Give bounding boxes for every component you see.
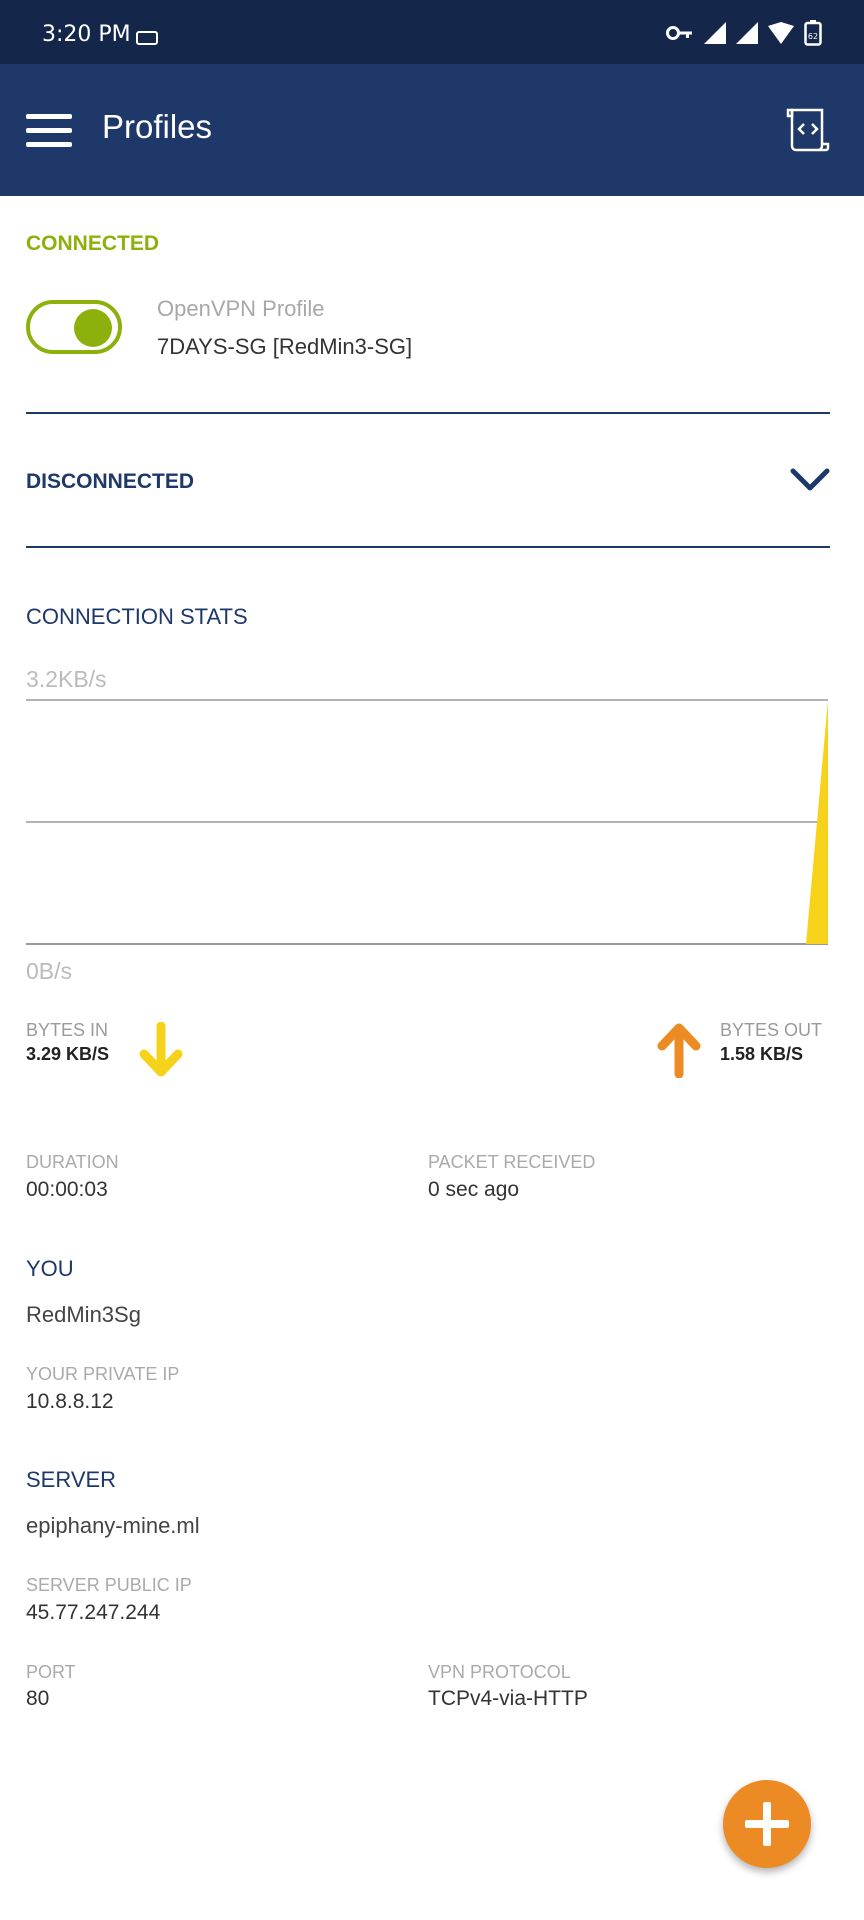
packet-received-value: 0 sec ago: [428, 1178, 520, 1201]
toggle-knob: [74, 309, 112, 347]
packet-received-label: PACKET RECEIVED: [428, 1152, 596, 1172]
bytes-in-value: 3.29 KB/S: [26, 1044, 110, 1064]
divider: [26, 546, 830, 548]
status-time: 3:20 PM: [42, 22, 131, 47]
you-title: YOU: [26, 1256, 74, 1281]
vpn-protocol-value: TCPv4-via-HTTP: [428, 1687, 588, 1710]
server-value: epiphany-mine.ml: [26, 1513, 200, 1538]
chart-max-label: 3.2KB/s: [26, 666, 107, 692]
profile-type: OpenVPN Profile: [157, 296, 325, 321]
key-icon: [666, 26, 692, 40]
server-public-ip-value: 45.77.247.244: [26, 1601, 161, 1624]
duration-value: 00:00:03: [26, 1178, 108, 1201]
bytes-in-label: BYTES IN: [26, 1020, 109, 1040]
duration-label: DURATION: [26, 1152, 119, 1172]
battery-icon: 62: [804, 20, 822, 46]
page-title: Profiles: [102, 108, 213, 145]
port-value: 80: [26, 1687, 50, 1710]
bytes-out-value: 1.58 KB/S: [720, 1044, 804, 1064]
battery-level: 62: [808, 32, 818, 41]
status-icons: 62: [666, 20, 822, 46]
you-value: RedMin3Sg: [26, 1302, 141, 1327]
connection-stats-label: CONNECTION STATS: [26, 604, 248, 629]
disconnected-section[interactable]: DISCONNECTED: [0, 416, 864, 548]
arrow-down-icon: [139, 1022, 183, 1077]
signal-icon: [704, 22, 726, 44]
bytes-out-label: BYTES OUT: [720, 1020, 823, 1040]
chart-min-label: 0B/s: [26, 958, 73, 984]
notification-icon: [136, 31, 158, 45]
private-ip-label: YOUR PRIVATE IP: [26, 1364, 180, 1384]
connection-toggle[interactable]: [26, 300, 122, 354]
private-ip-value: 10.8.8.12: [26, 1390, 114, 1413]
wifi-icon: [768, 22, 794, 44]
signal-icon: [736, 22, 758, 44]
menu-icon[interactable]: [26, 114, 72, 148]
status-bar: 3:20 PM 62: [0, 0, 864, 64]
server-title: SERVER: [26, 1467, 117, 1492]
divider: [26, 412, 830, 414]
port-label: PORT: [26, 1662, 76, 1682]
server-public-ip-label: SERVER PUBLIC IP: [26, 1575, 192, 1595]
app-bar: Profiles: [0, 64, 864, 196]
add-profile-button[interactable]: [723, 1780, 811, 1868]
profile-name[interactable]: 7DAYS-SG [RedMin3-SG]: [157, 334, 412, 360]
vpn-protocol-label: VPN PROTOCOL: [428, 1662, 571, 1682]
import-profile-icon[interactable]: [786, 108, 830, 152]
bandwidth-chart: [26, 699, 828, 945]
chevron-down-icon[interactable]: [790, 466, 830, 494]
disconnected-label: DISCONNECTED: [26, 470, 195, 493]
arrow-up-icon: [657, 1023, 701, 1078]
connected-label: CONNECTED: [26, 232, 160, 255]
